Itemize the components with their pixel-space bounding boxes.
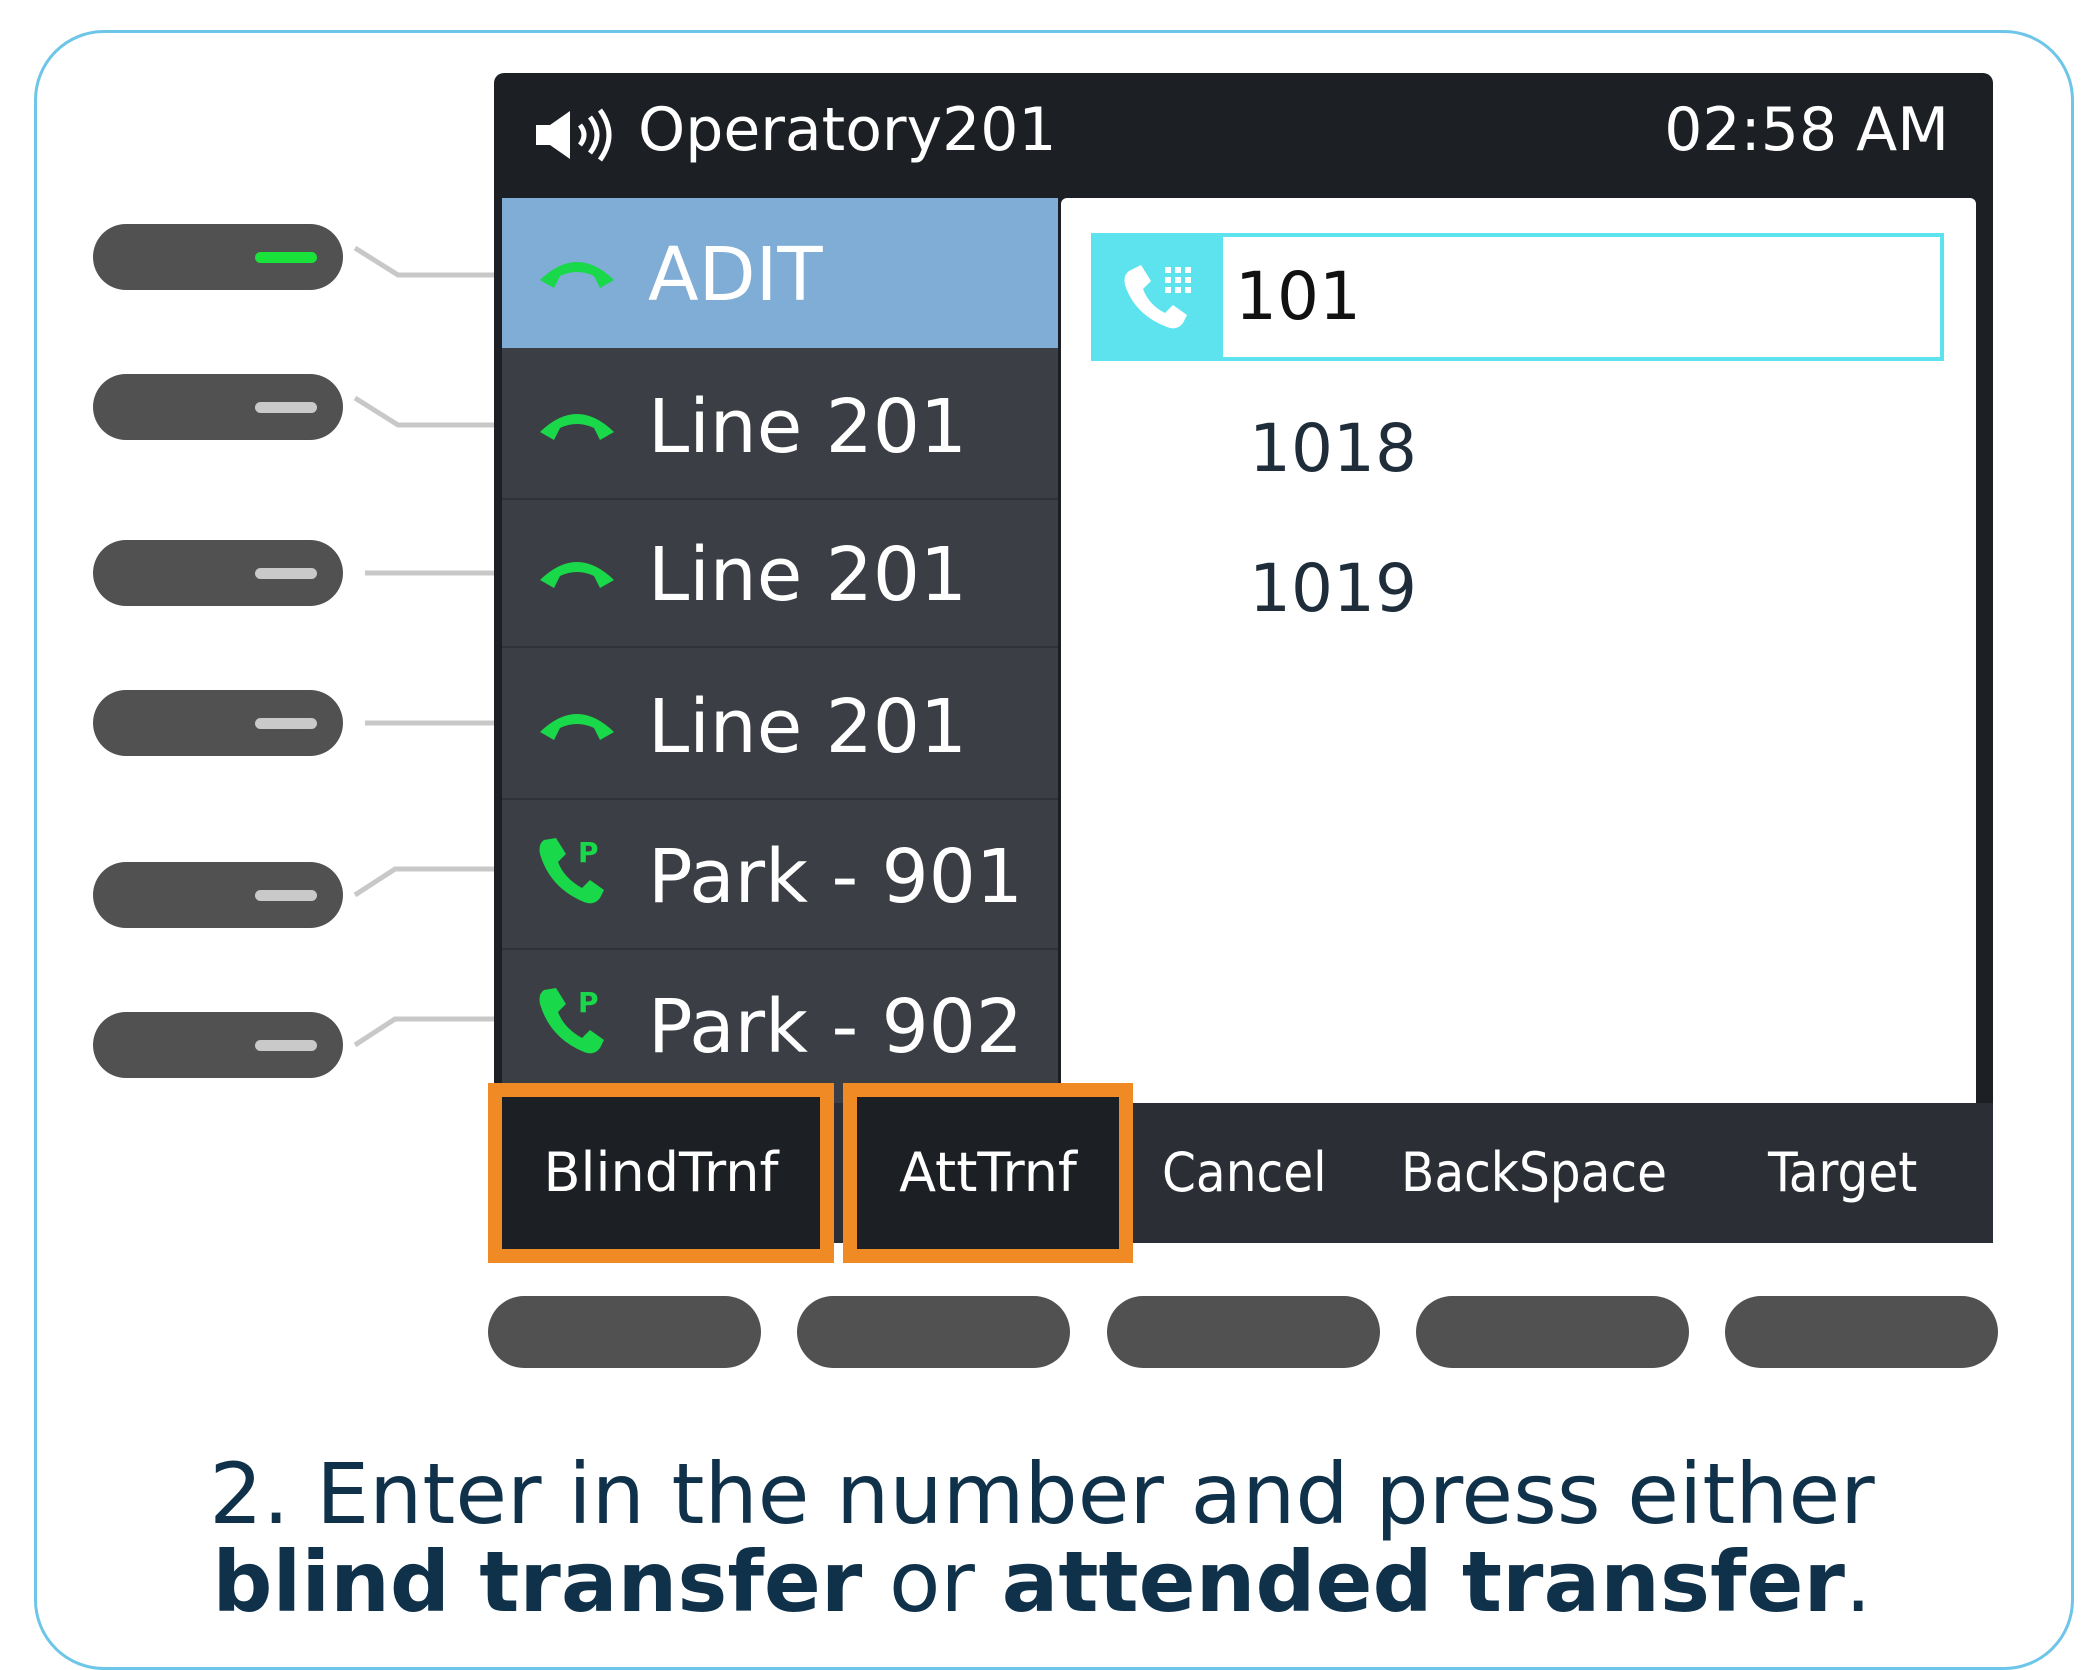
- phone-screen: Operatory201 02:58 AM ADIT Line 201 Line…: [494, 73, 1993, 1243]
- led-indicator: [255, 568, 317, 579]
- park-icon: P: [539, 836, 604, 904]
- svg-text:P: P: [578, 836, 599, 869]
- line-key-1[interactable]: [93, 224, 343, 290]
- line-item-201-b[interactable]: Line 201: [502, 498, 1058, 648]
- instruction-line-2: blind transfer or attended transfer.: [0, 1533, 2084, 1631]
- dialpad-phone-icon: [1095, 237, 1223, 357]
- softkey-target[interactable]: Target: [1768, 1103, 1917, 1243]
- led-indicator: [255, 890, 317, 901]
- period-text: .: [1844, 1533, 1872, 1631]
- line-list: ADIT Line 201 Line 201 Line 201 P Park -…: [502, 198, 1058, 1158]
- softkey-blind-transfer[interactable]: BlindTrnf: [488, 1083, 834, 1263]
- handset-icon: [540, 414, 614, 440]
- attended-transfer-text: attended transfer: [1001, 1533, 1845, 1631]
- line-item-park-901[interactable]: P Park - 901: [502, 800, 1058, 950]
- line-label: Line 201: [648, 532, 967, 618]
- led-indicator: [255, 718, 317, 729]
- blind-transfer-text: blind transfer: [212, 1533, 863, 1631]
- softkey-label: BlindTrnf: [543, 1141, 779, 1204]
- park-icon: P: [539, 986, 604, 1054]
- line-item-park-902[interactable]: P Park - 902: [502, 950, 1058, 1100]
- suggestion-item[interactable]: 1019: [1249, 550, 1417, 627]
- connector-5: [353, 866, 500, 898]
- line-key-5[interactable]: [93, 862, 343, 928]
- softkey-backspace[interactable]: BackSpace: [1401, 1103, 1667, 1243]
- connector-1: [353, 245, 500, 278]
- softkey-attended-transfer[interactable]: AttTrnf: [843, 1083, 1133, 1263]
- hardware-softkey-3[interactable]: [1107, 1296, 1380, 1368]
- line-label: Line 201: [648, 384, 967, 470]
- suggestion-item[interactable]: 1018: [1249, 410, 1417, 487]
- led-indicator: [255, 402, 317, 413]
- handset-icon: [540, 262, 614, 288]
- line-item-adit[interactable]: ADIT: [502, 198, 1058, 348]
- led-indicator: [255, 1040, 317, 1051]
- connector-text: or: [862, 1533, 1002, 1631]
- line-key-4[interactable]: [93, 690, 343, 756]
- dial-number-input[interactable]: 101: [1235, 237, 1925, 357]
- line-label: Park - 901: [648, 834, 1023, 920]
- line-key-3[interactable]: [93, 540, 343, 606]
- line-label: Line 201: [648, 684, 967, 770]
- hardware-softkey-5[interactable]: [1725, 1296, 1998, 1368]
- clock: 02:58 AM: [1664, 95, 1949, 165]
- status-bar: Operatory201 02:58 AM: [494, 73, 1993, 193]
- line-label: ADIT: [648, 232, 823, 318]
- softkey-cancel[interactable]: Cancel: [1162, 1103, 1327, 1243]
- connector-6: [353, 1016, 500, 1048]
- handset-icon: [540, 714, 614, 740]
- device-name: Operatory201: [638, 95, 1057, 165]
- softkey-label: AttTrnf: [899, 1141, 1077, 1204]
- line-key-2[interactable]: [93, 374, 343, 440]
- line-label: Park - 902: [648, 984, 1023, 1070]
- hardware-softkey-1[interactable]: [488, 1296, 761, 1368]
- connector-2: [353, 395, 500, 428]
- line-item-201-a[interactable]: Line 201: [502, 350, 1058, 500]
- hardware-softkey-4[interactable]: [1416, 1296, 1689, 1368]
- line-item-201-c[interactable]: Line 201: [502, 650, 1058, 800]
- instruction-line-1: 2. Enter in the number and press either: [209, 1445, 1875, 1543]
- line-key-6[interactable]: [93, 1012, 343, 1078]
- led-indicator: [255, 252, 317, 263]
- hardware-softkey-2[interactable]: [797, 1296, 1070, 1368]
- speaker-icon: [536, 108, 612, 162]
- svg-text:P: P: [578, 986, 599, 1019]
- dial-panel: 101 1018 1019: [1061, 198, 1976, 1103]
- dial-input-wrapper: 101: [1091, 233, 1944, 361]
- handset-icon: [540, 562, 614, 588]
